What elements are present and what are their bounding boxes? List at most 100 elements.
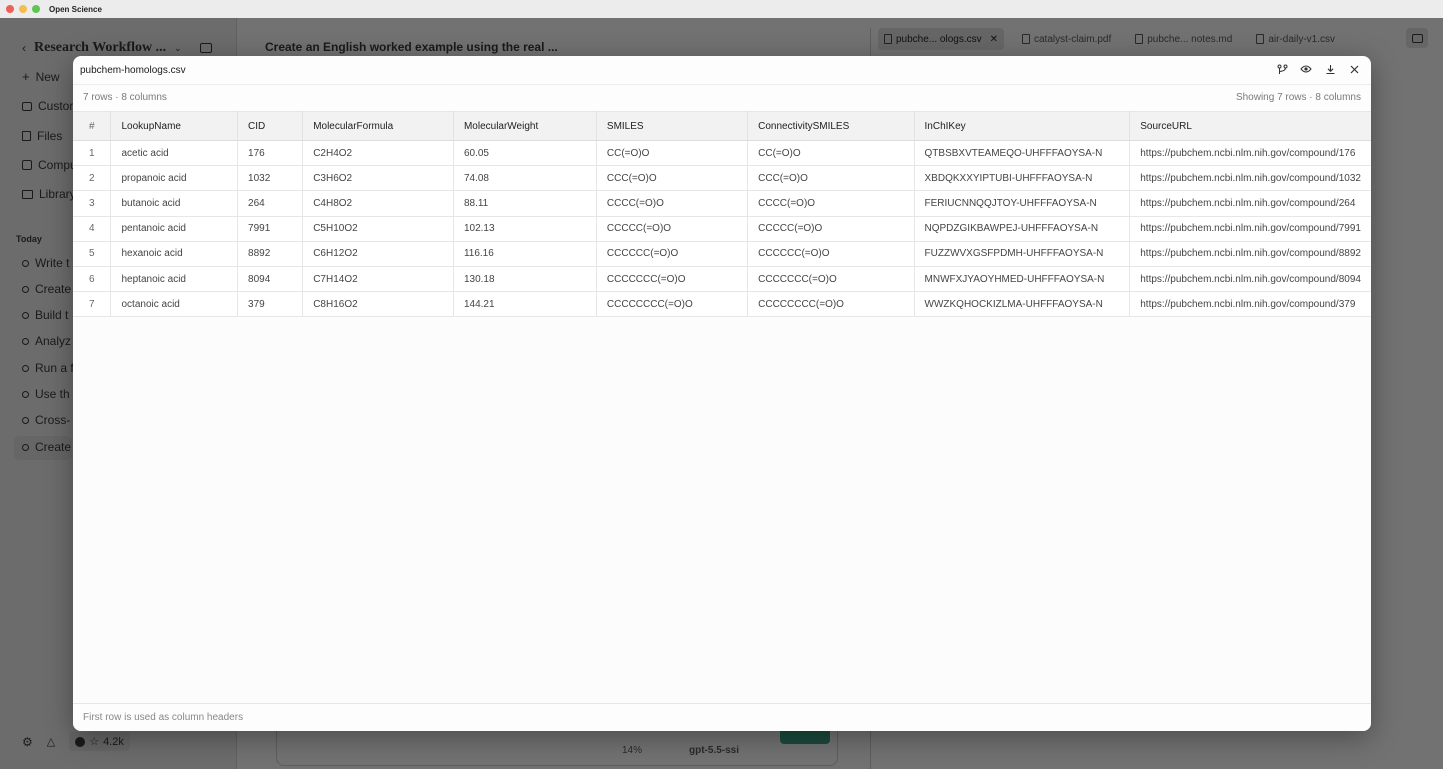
- csv-preview-modal: pubchem-homologs.csv 7 rows · 8 columns …: [73, 56, 1371, 731]
- table-row[interactable]: 7 octanoic acid 379 C8H16O2 144.21 CCCCCCCC(=…: [73, 291, 1371, 318]
- close-tab-icon[interactable]: ✕: [990, 34, 998, 45]
- briefcase-icon: [22, 101, 32, 111]
- sidebar-item-label: Compu: [38, 158, 77, 172]
- table-row[interactable]: 4 pentanoic acid 7991 C5H10O2 102.13 CCCCC(=O…: [73, 216, 1371, 242]
- table-cell: 130.18: [453, 266, 597, 293]
- chevron-left-icon[interactable]: ‹: [22, 41, 26, 55]
- table-cell: 102.13: [453, 216, 597, 242]
- table-cell: 74.08: [453, 165, 597, 192]
- book-icon: [22, 189, 33, 199]
- table-cell: propanoic acid: [110, 165, 239, 192]
- gear-icon[interactable]: ⚙: [22, 735, 33, 749]
- table-cell: heptanoic acid: [110, 266, 239, 293]
- sidebar-item-compute[interactable]: Compu: [22, 158, 77, 172]
- table-cell: 60.05: [453, 140, 597, 167]
- table-cell: butanoic acid: [110, 190, 239, 217]
- column-header[interactable]: MolecularFormula: [302, 111, 454, 141]
- tab-catalyst-claim[interactable]: catalyst-claim.pdf: [1016, 28, 1117, 50]
- row-number: 6: [73, 266, 112, 293]
- model-selector[interactable]: gpt-5.5-ssi: [689, 745, 739, 756]
- column-header[interactable]: MolecularWeight: [453, 111, 597, 141]
- table-row[interactable]: 3 butanoic acid 264 C4H8O2 88.11 CCCC(=O)O CCC…: [73, 190, 1371, 217]
- circle-icon: [22, 390, 29, 398]
- sidebar-item-library[interactable]: Library: [22, 187, 76, 201]
- column-header[interactable]: CID: [237, 111, 304, 141]
- panel-toggle-button[interactable]: [1406, 28, 1428, 48]
- table-cell: 144.21: [453, 291, 597, 318]
- table-cell: 8094: [237, 266, 304, 293]
- history-item[interactable]: Run a f: [22, 361, 74, 375]
- history-item[interactable]: Write t: [22, 256, 69, 270]
- table-cell: FERIUCNNQQJTOY-UHFFFAOYSA-N: [914, 190, 1131, 217]
- window-title-bar: Open Science: [0, 0, 1443, 18]
- history-item[interactable]: Build t: [22, 308, 68, 322]
- sidebar-toggle-icon[interactable]: [199, 43, 212, 53]
- table-cell: C8H16O2: [302, 291, 454, 318]
- table-cell: pentanoic acid: [110, 216, 239, 242]
- table-container[interactable]: # LookupName CID MolecularFormula MolecularW…: [73, 111, 1371, 703]
- history-item[interactable]: Cross-: [22, 413, 70, 427]
- table-row[interactable]: 2 propanoic acid 1032 C3H6O2 74.08 CCC(=O)O CC…: [73, 165, 1371, 192]
- column-header[interactable]: ConnectivitySMILES: [747, 111, 915, 141]
- tab-air-daily[interactable]: air-daily-v1.csv: [1250, 28, 1341, 50]
- table-cell: 8892: [237, 241, 304, 267]
- table-cell: CCCCCCC(=O)O: [596, 266, 749, 293]
- row-number: 2: [73, 165, 112, 192]
- circle-icon: [22, 285, 29, 293]
- history-item-label: Analyz: [35, 334, 72, 348]
- history-item[interactable]: Analyz: [22, 334, 71, 348]
- history-item[interactable]: Use th: [22, 387, 70, 401]
- table-cell: CCCCCC(=O)O: [596, 241, 749, 267]
- table-cell: CCC(=O)O: [596, 165, 749, 192]
- history-item-active[interactable]: Create: [22, 440, 71, 454]
- file-icon: [884, 34, 892, 44]
- table-cell: C6H12O2: [302, 241, 454, 267]
- eye-icon[interactable]: [1299, 62, 1313, 76]
- column-header[interactable]: #: [73, 111, 112, 141]
- sidebar-item-files[interactable]: Files: [22, 129, 62, 143]
- modal-header: pubchem-homologs.csv: [73, 56, 1371, 84]
- column-header[interactable]: LookupName: [110, 111, 239, 141]
- column-header[interactable]: SourceURL: [1129, 111, 1371, 141]
- table-cell: 116.16: [453, 241, 597, 267]
- file-icon: [1022, 34, 1030, 44]
- workspace-title[interactable]: Research Workflow ...: [34, 40, 166, 56]
- table-header-row: # LookupName CID MolecularFormula MolecularW…: [73, 111, 1371, 141]
- sidebar-item-label: Files: [37, 129, 63, 143]
- tab-pubchem-homologs[interactable]: pubche... ologs.csv ✕: [878, 28, 1004, 50]
- history-item-label: Create: [35, 440, 72, 454]
- row-number: 7: [73, 291, 112, 318]
- close-window-button[interactable]: [6, 5, 14, 13]
- table-cell: QTBSBXVTEAMEQO-UHFFFAOYSA-N: [914, 140, 1131, 167]
- sidebar-item-custom[interactable]: Custom: [22, 99, 79, 113]
- modal-summary: 7 rows · 8 columns Showing 7 rows · 8 co…: [73, 84, 1371, 110]
- table-cell: hexanoic acid: [110, 241, 239, 267]
- tab-pubchem-notes[interactable]: pubche... notes.md: [1129, 28, 1238, 50]
- table-row[interactable]: 1 acetic acid 176 C2H4O2 60.05 CC(=O)O CC(=O)O…: [73, 140, 1371, 167]
- new-button[interactable]: + New: [22, 69, 60, 84]
- minimize-window-button[interactable]: [19, 5, 27, 13]
- file-icon: [1256, 34, 1265, 44]
- github-stars-button[interactable]: ☆ 4.2k: [69, 732, 130, 751]
- table-row[interactable]: 5 hexanoic acid 8892 C6H12O2 116.16 CCCCCC(=O…: [73, 241, 1371, 267]
- row-number: 4: [73, 216, 112, 242]
- zoom-window-button[interactable]: [32, 5, 40, 13]
- circle-icon: [22, 311, 29, 319]
- column-header[interactable]: InChIKey: [914, 111, 1131, 141]
- table-row[interactable]: 6 heptanoic acid 8094 C7H14O2 130.18 CCCCCCC(…: [73, 266, 1371, 293]
- branch-icon[interactable]: [1275, 62, 1289, 76]
- history-item[interactable]: Create: [22, 282, 71, 296]
- download-icon[interactable]: [1323, 62, 1337, 76]
- table-cell: C7H14O2: [302, 266, 454, 293]
- table-cell: octanoic acid: [110, 291, 239, 318]
- chevron-down-icon[interactable]: ⌄: [174, 43, 182, 54]
- column-header[interactable]: SMILES: [596, 111, 749, 141]
- table-cell: C4H8O2: [302, 190, 454, 217]
- workspace-header[interactable]: ‹ Research Workflow ... ⌄: [22, 40, 212, 56]
- close-icon[interactable]: [1347, 62, 1361, 76]
- table-cell: CCCCCCCC(=O)O: [596, 291, 749, 318]
- app-title: Open Science: [49, 4, 102, 14]
- bell-icon[interactable]: △: [47, 735, 55, 748]
- table-cell: CCCCCCCC(=O)O: [747, 291, 915, 318]
- table-cell: CCCC(=O)O: [747, 190, 915, 217]
